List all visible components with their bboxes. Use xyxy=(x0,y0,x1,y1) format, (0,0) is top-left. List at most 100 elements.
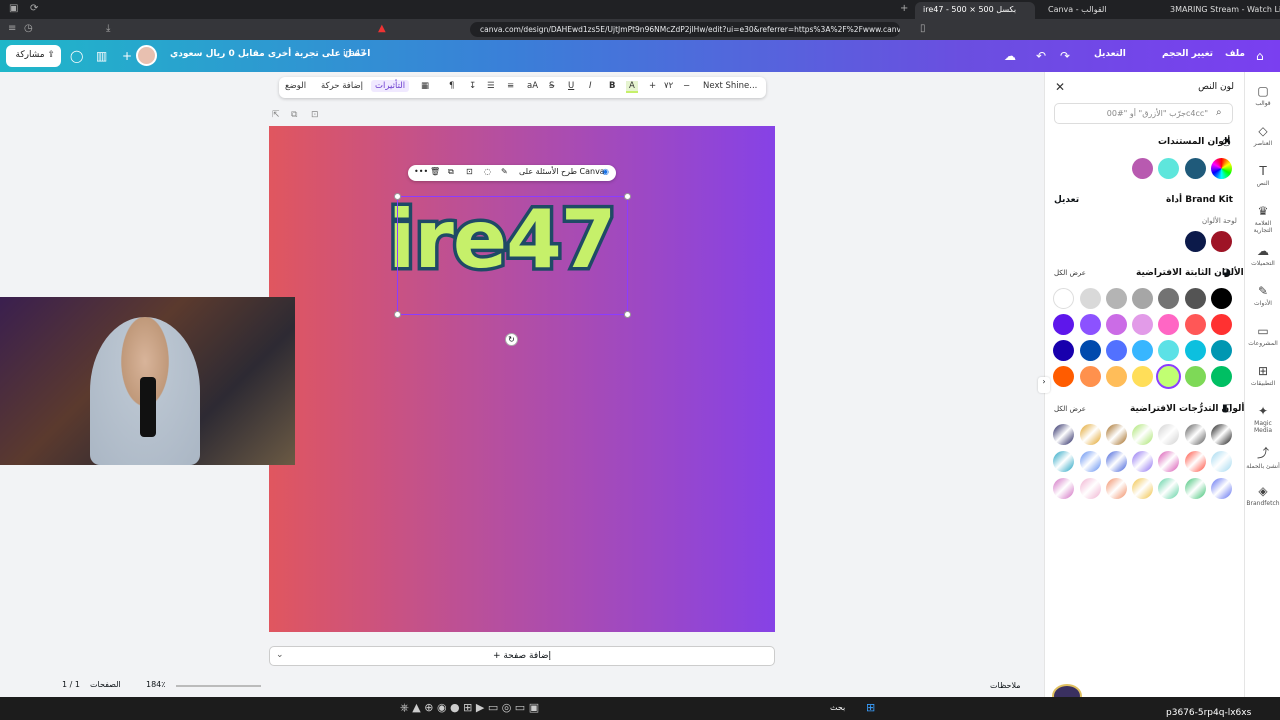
solid-color-swatch[interactable] xyxy=(1132,314,1153,335)
solid-color-swatch[interactable] xyxy=(1211,314,1232,335)
effects-button[interactable]: التأثيرات xyxy=(371,80,410,92)
solid-color-swatch[interactable] xyxy=(1080,366,1101,387)
solid-color-swatch[interactable] xyxy=(1080,314,1101,335)
align-icon[interactable]: ≡ xyxy=(507,81,514,91)
collapse-panel-icon[interactable]: › xyxy=(1038,377,1050,393)
strikethrough-icon[interactable]: S̶ xyxy=(549,81,554,91)
cloud-save-icon[interactable]: ☁ xyxy=(1004,49,1016,63)
solid-color-swatch[interactable] xyxy=(1185,314,1206,335)
gradient-swatch[interactable] xyxy=(1106,478,1127,499)
doc-color-swatch[interactable] xyxy=(1132,158,1153,179)
zoom-level[interactable]: 184٪ xyxy=(146,680,166,689)
file-menu[interactable]: ملف xyxy=(1225,49,1245,59)
see-all-link[interactable]: عرض الكل xyxy=(1054,269,1086,277)
rail-item[interactable]: ✎ الأدوات xyxy=(1245,284,1280,307)
delete-icon[interactable]: 🗑 xyxy=(430,167,440,176)
tab-canva-templates[interactable]: Canva - القوالب xyxy=(1040,2,1158,19)
solid-color-swatch[interactable] xyxy=(1106,288,1127,309)
rail-item[interactable]: ✦ Magic Media xyxy=(1245,404,1280,434)
rail-item[interactable]: ⊞ التطبيقات xyxy=(1245,364,1280,387)
rail-item[interactable]: ▭ المشروعات xyxy=(1245,324,1280,347)
list-icon[interactable]: ☰ xyxy=(487,81,495,91)
gradient-swatch[interactable] xyxy=(1158,424,1179,445)
gradient-swatch[interactable] xyxy=(1080,424,1101,445)
gradient-swatch[interactable] xyxy=(1106,451,1127,472)
underline-icon[interactable]: U xyxy=(568,81,574,91)
resize-handle[interactable] xyxy=(624,311,631,318)
gradient-swatch[interactable] xyxy=(1185,478,1206,499)
solid-color-swatch[interactable] xyxy=(1053,340,1074,361)
gradient-swatch[interactable] xyxy=(1158,478,1179,499)
solid-color-swatch[interactable] xyxy=(1185,340,1206,361)
palette-edit-icon[interactable]: ◔ xyxy=(1222,137,1231,148)
comment-icon[interactable]: ◌ xyxy=(484,167,491,176)
color-search-input[interactable]: جرّب "الأزرق" أو "#00c4cc" xyxy=(1054,103,1233,124)
gradient-swatch[interactable] xyxy=(1132,478,1153,499)
resize-button[interactable]: تغيير الحجم xyxy=(1162,49,1213,59)
animate-button[interactable]: إضافة حركة xyxy=(321,81,363,91)
rail-item[interactable]: ☁ التحميلات xyxy=(1245,244,1280,267)
home-icon[interactable]: ⌂ xyxy=(1256,49,1264,63)
promo-link[interactable]: احصل على تجربة أخرى مقابل 0 ريال سعودي xyxy=(170,49,370,59)
solid-color-swatch[interactable] xyxy=(1211,288,1232,309)
rotate-handle-icon[interactable]: ↻ xyxy=(505,333,518,346)
design-title[interactable]: ire47 xyxy=(343,49,366,59)
pages-button[interactable]: الصفحات xyxy=(90,680,121,689)
solid-color-swatch[interactable] xyxy=(1158,340,1179,361)
history-icon[interactable]: ◷ xyxy=(24,23,33,34)
solid-color-swatch[interactable] xyxy=(1080,340,1101,361)
selection-box[interactable] xyxy=(394,193,631,318)
edit-menu[interactable]: التعديل xyxy=(1094,49,1126,59)
font-family-dropdown[interactable]: Next Shine... xyxy=(703,81,757,91)
gradient-swatch[interactable] xyxy=(1132,451,1153,472)
gradient-swatch[interactable] xyxy=(1211,451,1232,472)
gradient-swatch[interactable] xyxy=(1053,478,1074,499)
solid-color-swatch[interactable] xyxy=(1106,314,1127,335)
rail-item[interactable]: ◈ Brandfetch xyxy=(1245,484,1280,507)
font-size-decrease[interactable]: − xyxy=(683,81,690,91)
window-menu-icon[interactable]: ▣ xyxy=(9,3,18,14)
solid-color-swatch[interactable] xyxy=(1053,288,1074,309)
new-tab-icon[interactable]: + xyxy=(900,3,908,14)
solid-color-swatch[interactable] xyxy=(1080,288,1101,309)
doc-color-swatch[interactable] xyxy=(1185,158,1206,179)
brand-color-swatch[interactable] xyxy=(1185,231,1206,252)
copy-icon[interactable]: ⧉ xyxy=(448,167,454,177)
chevron-down-icon[interactable]: ⌄ xyxy=(276,650,284,660)
gradient-swatch[interactable] xyxy=(1132,424,1153,445)
windows-start-icon[interactable]: ⊞ xyxy=(866,701,875,714)
more-icon[interactable]: ••• xyxy=(414,167,428,176)
add-collaborator-icon[interactable]: + xyxy=(122,49,132,63)
solid-color-swatch[interactable] xyxy=(1185,366,1206,387)
font-size-increase[interactable]: + xyxy=(649,81,656,91)
page-counter[interactable]: 1 / 1 xyxy=(62,680,80,689)
zoom-slider[interactable] xyxy=(176,685,261,687)
gradient-swatch[interactable] xyxy=(1080,451,1101,472)
tab-kick-stream[interactable]: 3MARING Stream - Watch Live on Kick xyxy=(1162,2,1280,19)
doc-color-swatch[interactable] xyxy=(1158,158,1179,179)
solid-color-swatch[interactable] xyxy=(1211,340,1232,361)
gradient-swatch[interactable] xyxy=(1053,451,1074,472)
rail-item[interactable]: ⤴ أنشئ بالحملة xyxy=(1245,444,1280,470)
bookmark-icon[interactable]: ▯ xyxy=(920,23,926,34)
undo-icon[interactable]: ↶ xyxy=(1036,49,1046,63)
gradient-swatch[interactable] xyxy=(1211,424,1232,445)
download-icon[interactable]: ⤓ xyxy=(106,23,110,34)
tab-design[interactable]: ire47 - 500 × 500 بكسل xyxy=(915,2,1035,19)
lock-page-icon[interactable]: ⊡ xyxy=(311,110,319,120)
gradient-swatch[interactable] xyxy=(1106,424,1127,445)
doc-color-swatch[interactable] xyxy=(1211,158,1232,179)
solid-color-swatch[interactable] xyxy=(1106,340,1127,361)
url-field[interactable]: canva.com/design/DAHEwd1zs5E/UjtJmPt9n96… xyxy=(470,22,900,37)
italic-icon[interactable]: I xyxy=(589,81,592,91)
rail-item[interactable]: ◇ العناصر xyxy=(1245,124,1280,147)
solid-color-swatch[interactable] xyxy=(1185,288,1206,309)
brand-color-swatch[interactable] xyxy=(1211,231,1232,252)
brand-edit-button[interactable]: تعديل xyxy=(1054,195,1079,205)
gradient-swatch[interactable] xyxy=(1185,424,1206,445)
share-page-icon[interactable]: ⇱ xyxy=(272,110,280,120)
ask-canva-button[interactable]: طرح الأسئلة على Canva xyxy=(519,167,605,176)
font-size-field[interactable]: ٧٢ xyxy=(664,81,673,91)
gradient-swatch[interactable] xyxy=(1080,478,1101,499)
add-page-button[interactable]: + إضافة صفحة xyxy=(269,646,775,666)
